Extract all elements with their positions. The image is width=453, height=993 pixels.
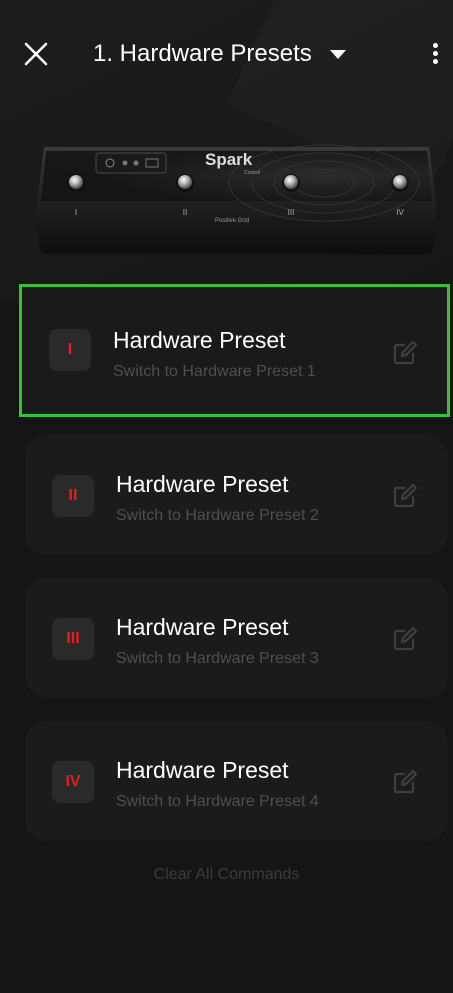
edit-icon [393,626,418,651]
preset-subtitle: Switch to Hardware Preset 4 [116,793,319,810]
svg-text:III: III [288,208,295,217]
preset-card-1[interactable]: I Hardware Preset Switch to Hardware Pre… [19,284,450,417]
edit-icon [393,769,418,794]
close-icon [24,42,48,66]
preset-title: Hardware Preset [113,327,286,353]
edit-preset-button[interactable] [392,340,418,366]
preset-badge: IV [52,761,94,803]
preset-card-3[interactable]: III Hardware Preset Switch to Hardware P… [25,578,448,698]
edit-icon [393,483,418,508]
edit-preset-button[interactable] [392,769,418,795]
preset-badge: I [49,329,91,371]
caret-down-icon [329,49,346,59]
preset-badge: III [52,618,94,660]
preset-bank-selector[interactable]: 1. Hardware Presets [93,40,346,68]
top-bar: 1. Hardware Presets [0,0,453,115]
preset-card-4[interactable]: IV Hardware Preset Switch to Hardware Pr… [25,721,448,841]
preset-subtitle: Switch to Hardware Preset 1 [113,363,316,380]
more-menu-button[interactable] [425,40,445,70]
preset-subtitle: Switch to Hardware Preset 2 [116,507,319,524]
preset-card-2[interactable]: II Hardware Preset Switch to Hardware Pr… [25,435,448,555]
preset-title: Hardware Preset [116,757,289,783]
preset-title: Hardware Preset [116,471,289,497]
clear-all-commands-button[interactable]: Clear All Commands [0,866,453,884]
edit-icon [393,340,418,365]
page-title: 1. Hardware Presets [93,40,312,67]
svg-text:Control: Control [244,170,260,176]
svg-text:I: I [75,208,77,217]
footswitch-device-image: Spark Control I II III IV Positive Grid [34,143,439,256]
svg-text:Positive Grid: Positive Grid [215,218,249,224]
svg-text:II: II [183,208,187,217]
preset-title: Hardware Preset [116,614,289,640]
preset-subtitle: Switch to Hardware Preset 3 [116,650,319,667]
edit-preset-button[interactable] [392,483,418,509]
svg-text:Spark: Spark [205,150,253,169]
svg-text:IV: IV [396,208,404,217]
more-vertical-icon [432,43,438,48]
close-button[interactable] [20,38,52,70]
preset-badge: II [52,475,94,517]
edit-preset-button[interactable] [392,626,418,652]
